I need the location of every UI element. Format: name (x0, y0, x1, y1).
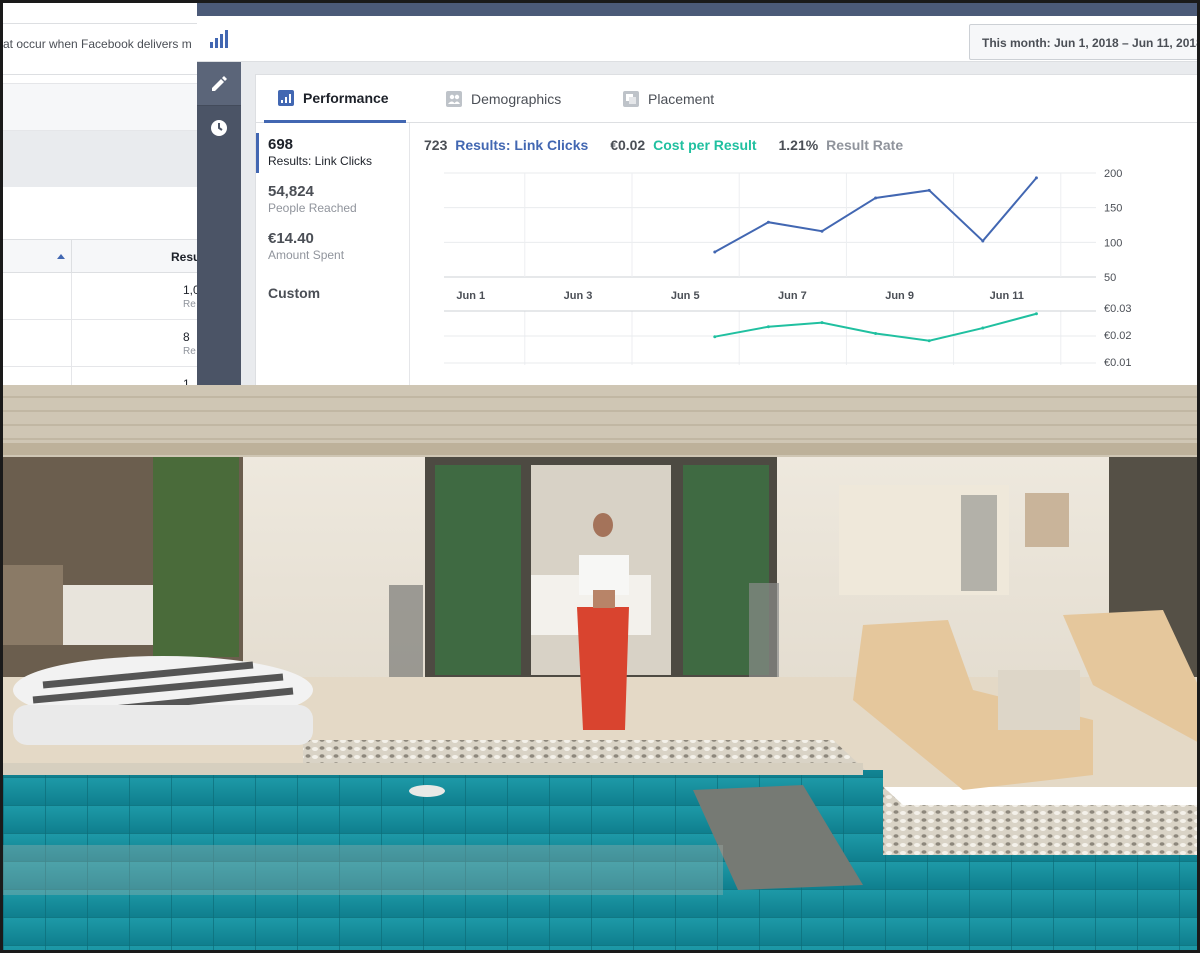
results-column-header[interactable]: Resul (71, 240, 201, 274)
data-point-cost (874, 331, 878, 335)
y-tick-label: 150 (1104, 203, 1122, 215)
table-header: Resul (3, 239, 201, 274)
x-tick-label: Jun 7 (778, 290, 807, 302)
y-tick-label: €0.03 (1104, 303, 1132, 315)
data-point-results (713, 250, 717, 254)
table-filter-bar (3, 131, 199, 187)
pencil-icon (212, 75, 227, 91)
y-tick-label: 50 (1104, 272, 1116, 284)
villa-pool-photo (3, 385, 1197, 950)
y-tick-label: €0.02 (1104, 330, 1132, 342)
table-toolbar (3, 83, 199, 131)
data-point-cost (766, 325, 770, 329)
data-point-results (874, 196, 878, 200)
cell-value: 8 (183, 330, 190, 344)
series-line-cost (714, 312, 1037, 342)
data-point-cost (927, 339, 931, 343)
y-tick-label: €0.01 (1104, 357, 1132, 369)
data-point-results (981, 239, 985, 243)
bar-chart-icon (210, 29, 228, 48)
data-point-results (927, 188, 931, 192)
rail-performance-button[interactable] (197, 16, 241, 62)
table-row[interactable]: 8 Re (3, 320, 199, 367)
x-tick-label: Jun 9 (885, 290, 914, 302)
left-rail (197, 16, 241, 385)
table-description: at occur when Facebook delivers m (3, 23, 199, 75)
table-row[interactable]: 1,0 Re (3, 273, 201, 320)
cell-sub: Re (183, 346, 196, 357)
dialog-top-bar (197, 3, 1197, 16)
x-tick-label: Jun 11 (990, 290, 1024, 302)
results-cell: 8 Re (71, 320, 201, 367)
sort-arrow-icon[interactable] (57, 254, 65, 259)
data-point-cost (1034, 312, 1038, 316)
data-point-cost (713, 335, 717, 339)
data-point-cost (981, 326, 985, 330)
x-tick-label: Jun 1 (456, 290, 485, 302)
x-tick-label: Jun 5 (671, 290, 700, 302)
series-line-results (714, 177, 1038, 253)
clock-icon (211, 120, 227, 136)
y-tick-label: 100 (1104, 237, 1122, 249)
data-point-results (820, 229, 824, 233)
screenshot-frame: at occur when Facebook delivers m Resul … (0, 0, 1200, 953)
cell-sub: Re (183, 299, 196, 310)
rail-edit-button[interactable] (197, 62, 241, 106)
performance-panel: Performance Demographics Placement 698 R… (255, 74, 1197, 385)
x-tick-label: Jun 3 (564, 290, 593, 302)
performance-chart: 200 150 100 50 Jun 1 Jun 3 Jun 5 Jun 7 Jun 9 Jun … (444, 168, 1132, 369)
data-point-results (766, 220, 770, 224)
y-tick-label: 200 (1104, 168, 1122, 180)
ad-performance-dialog: This month: Jun 1, 2018 – Jun 11, 2018 P… (197, 3, 1197, 385)
data-point-cost (820, 321, 824, 325)
dialog-header: This month: Jun 1, 2018 – Jun 11, 2018 (241, 16, 1197, 62)
date-range-button[interactable]: This month: Jun 1, 2018 – Jun 11, 2018 (969, 24, 1197, 60)
rail-history-button[interactable] (197, 106, 241, 150)
data-point-results (1034, 176, 1038, 180)
results-cell: 1,0 Re (71, 273, 201, 320)
